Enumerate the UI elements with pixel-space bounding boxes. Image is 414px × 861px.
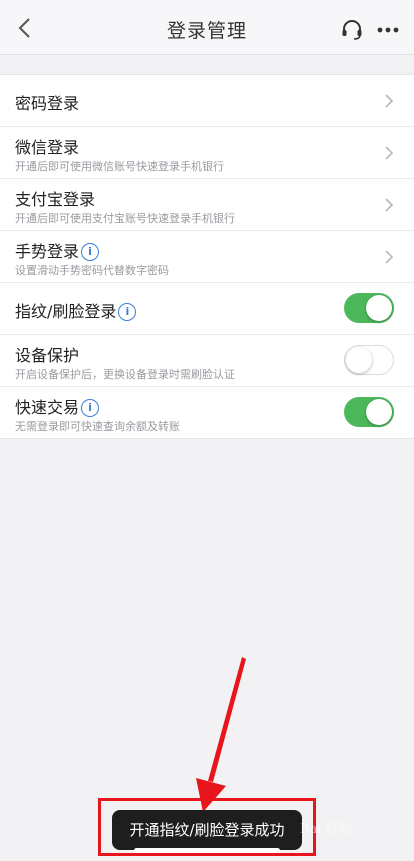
settings-row-device-protection: 设备保护 开启设备保护后，更换设备登录时需刷脸认证 <box>0 335 414 387</box>
row-subtitle: 开启设备保护后，更换设备登录时需刷脸认证 <box>15 368 235 381</box>
headset-icon[interactable] <box>340 18 364 42</box>
toggle-knob <box>366 399 392 425</box>
settings-row-quick-transaction: 快速交易 i 无需登录即可快速查询余额及转账 <box>0 387 414 438</box>
device-protection-toggle[interactable] <box>344 345 394 375</box>
row-subtitle: 开通后即可使用支付宝账号快速登录手机银行 <box>15 212 235 225</box>
row-title: 设备保护 <box>15 346 80 365</box>
settings-list: 密码登录 微信登录 开通后即可使用微信账号快速登录手机银行 支付宝登录 开通后即… <box>0 74 414 439</box>
row-title: 密码登录 <box>15 94 80 113</box>
row-subtitle: 无需登录即可快速查询余额及转账 <box>15 420 180 433</box>
quick-transaction-toggle[interactable] <box>344 397 394 427</box>
row-title: 手势登录 <box>15 242 80 261</box>
row-subtitle: 设置滑动手势密码代替数字密码 <box>15 264 169 277</box>
row-title-group: 手势登录 i <box>15 238 100 262</box>
row-title: 支付宝登录 <box>15 190 96 209</box>
row-title-group: 快速交易 i <box>15 394 100 418</box>
row-title: 微信登录 <box>15 138 80 157</box>
settings-row-wechat-login[interactable]: 微信登录 开通后即可使用微信账号快速登录手机银行 <box>0 127 414 179</box>
row-title: 快速交易 <box>15 398 80 417</box>
home-indicator[interactable] <box>134 848 280 853</box>
more-dots-icon[interactable] <box>376 20 400 40</box>
chevron-right-icon <box>385 198 394 212</box>
row-subtitle: 开通后即可使用微信账号快速登录手机银行 <box>15 160 224 173</box>
info-icon[interactable]: i <box>81 399 100 417</box>
fingerprint-face-toggle[interactable] <box>344 293 394 323</box>
toggle-knob <box>346 347 372 373</box>
toggle-knob <box>366 295 392 321</box>
settings-row-password-login[interactable]: 密码登录 <box>0 75 414 127</box>
chevron-right-icon <box>385 94 394 108</box>
info-icon[interactable]: i <box>81 243 100 261</box>
row-title-group: 指纹/刷脸登录 i <box>15 298 137 322</box>
settings-row-alipay-login[interactable]: 支付宝登录 开通后即可使用支付宝账号快速登录手机银行 <box>0 179 414 231</box>
info-icon[interactable]: i <box>118 303 137 321</box>
chevron-right-icon <box>385 146 394 160</box>
nav-bar: 登录管理 <box>0 0 414 55</box>
settings-row-gesture-login[interactable]: 手势登录 i 设置滑动手势密码代替数字密码 <box>0 231 414 283</box>
row-title: 指纹/刷脸登录 <box>15 302 117 321</box>
watermark: Bai 经验 <box>300 822 352 837</box>
toast-message: 开通指纹/刷脸登录成功 <box>112 810 302 850</box>
chevron-right-icon <box>385 250 394 264</box>
settings-row-fingerprint-face-login: 指纹/刷脸登录 i <box>0 283 414 335</box>
